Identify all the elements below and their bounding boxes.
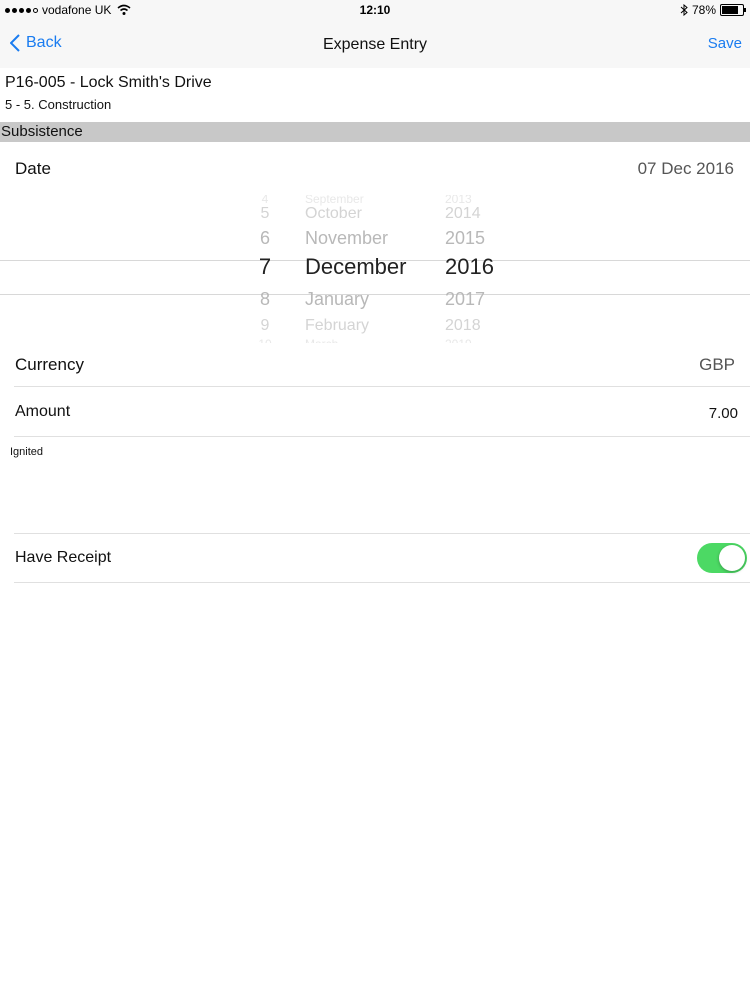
currency-value[interactable]: GBP bbox=[699, 355, 735, 375]
picker-day-option[interactable]: 7 bbox=[240, 254, 290, 280]
picker-month-option[interactable]: November bbox=[305, 228, 388, 249]
project-subtitle: 5 - 5. Construction bbox=[5, 97, 112, 112]
status-time: 12:10 bbox=[359, 3, 391, 17]
battery-percent: 78% bbox=[691, 3, 716, 17]
picker-day-option[interactable]: 8 bbox=[240, 289, 290, 310]
navigation-bar: Back Expense Entry Save bbox=[0, 22, 750, 68]
picker-year-option[interactable]: 2018 bbox=[445, 317, 481, 335]
date-value[interactable]: 07 Dec 2016 bbox=[638, 159, 734, 179]
picker-month-option[interactable]: January bbox=[305, 289, 369, 310]
amount-label: Amount bbox=[15, 403, 71, 420]
picker-year-option[interactable]: 2014 bbox=[445, 205, 481, 223]
section-header: Subsistence bbox=[0, 122, 750, 142]
battery-icon bbox=[720, 4, 746, 16]
picker-month-option[interactable]: October bbox=[305, 205, 362, 223]
separator bbox=[14, 386, 750, 387]
amount-field[interactable]: 7.00 bbox=[709, 405, 738, 422]
status-right: 78% bbox=[680, 3, 746, 17]
section-title: Subsistence bbox=[1, 123, 83, 140]
separator bbox=[14, 533, 750, 534]
picker-day-option[interactable]: 9 bbox=[240, 317, 290, 335]
picker-year-option[interactable]: 2016 bbox=[445, 254, 494, 280]
separator bbox=[14, 436, 750, 437]
project-title: P16-005 - Lock Smith's Drive bbox=[5, 74, 212, 91]
picker-selection-bottom-line bbox=[0, 294, 750, 295]
picker-month-option[interactable]: February bbox=[305, 317, 369, 335]
currency-label: Currency bbox=[15, 355, 84, 374]
have-receipt-toggle[interactable] bbox=[697, 543, 747, 573]
bluetooth-icon bbox=[680, 4, 688, 16]
picker-year-option[interactable]: 2015 bbox=[445, 228, 485, 249]
date-label: Date bbox=[15, 159, 51, 178]
picker-day-option[interactable]: 6 bbox=[240, 228, 290, 249]
toggle-knob bbox=[719, 545, 745, 571]
picker-year-option[interactable]: 2019 bbox=[445, 337, 472, 343]
note-text[interactable]: Ignited bbox=[10, 446, 43, 458]
picker-month-option[interactable]: March bbox=[305, 337, 338, 343]
picker-month-option[interactable]: December bbox=[305, 254, 406, 280]
picker-year-option[interactable]: 2017 bbox=[445, 289, 485, 310]
save-button[interactable]: Save bbox=[708, 35, 742, 52]
have-receipt-label: Have Receipt bbox=[15, 549, 112, 566]
date-picker[interactable]: 45678910 SeptemberOctoberNovemberDecembe… bbox=[0, 195, 750, 343]
nav-title: Expense Entry bbox=[322, 36, 428, 53]
picker-day-option[interactable]: 5 bbox=[240, 205, 290, 223]
status-bar: vodafone UK 12:10 78% bbox=[0, 0, 750, 22]
separator bbox=[14, 582, 750, 583]
picker-day-option[interactable]: 10 bbox=[240, 337, 290, 343]
